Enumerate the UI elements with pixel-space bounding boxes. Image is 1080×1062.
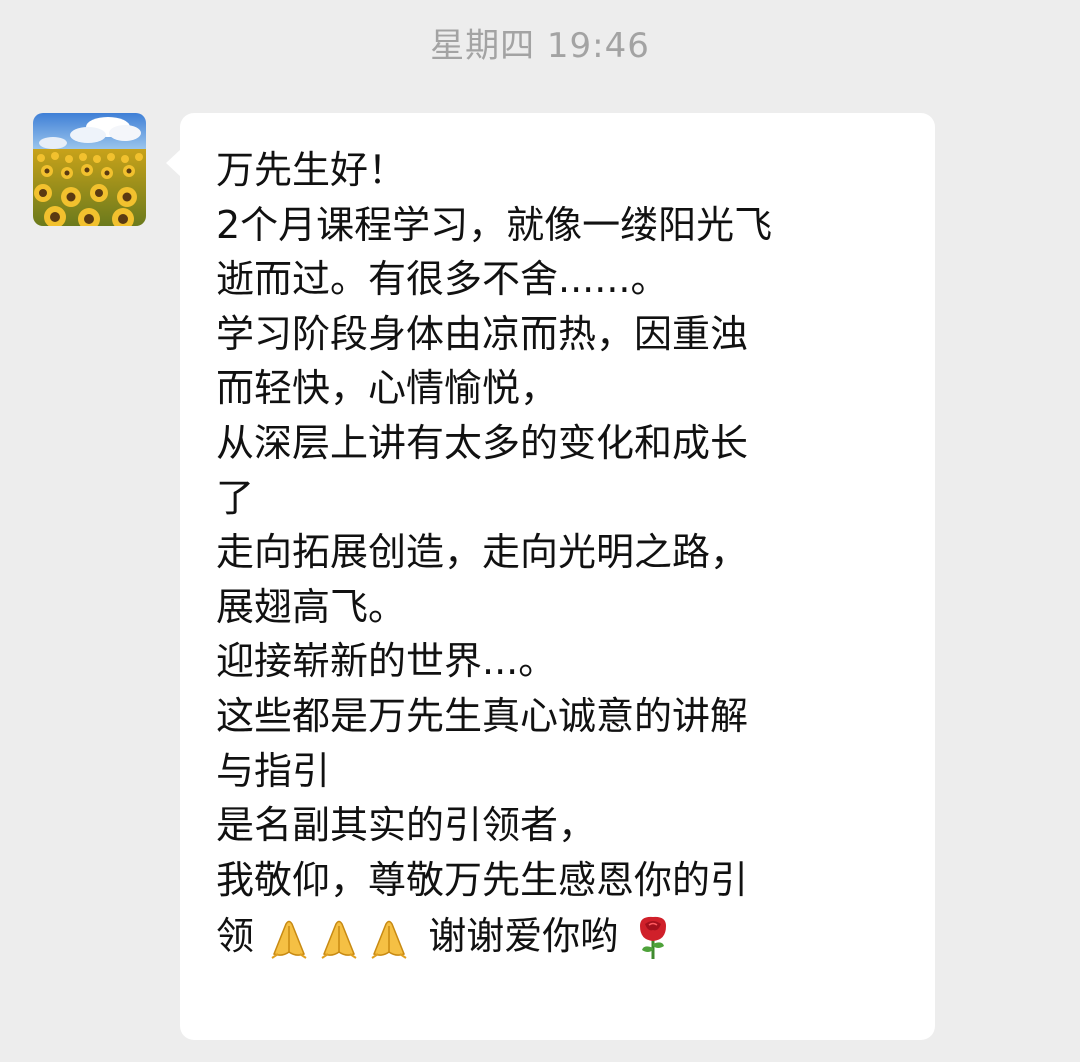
- message-line: 学习阶段身体由凉而热，因重浊: [216, 311, 749, 356]
- message-line: 了: [216, 475, 255, 520]
- last-line-end: 谢谢爱你哟: [428, 914, 619, 959]
- message-line: 走向拓展创造，走向光明之路，: [216, 530, 749, 575]
- sunflower-field-avatar-icon: [33, 113, 146, 226]
- praying-hands-icon: [271, 920, 307, 959]
- last-line-start: 领: [216, 914, 255, 959]
- message-line: 我敬仰，尊敬万先生感恩你的引: [216, 857, 749, 902]
- message-line: 是名副其实的引领者，: [216, 803, 597, 848]
- message-bubble[interactable]: 万先生好！ 2个月课程学习，就像一缕阳光飞 逝而过。有很多不舍......。 学…: [166, 113, 935, 1040]
- message-text[interactable]: 万先生好！ 2个月课程学习，就像一缕阳光飞 逝而过。有很多不舍......。 学…: [216, 143, 916, 962]
- message-line: 这些都是万先生真心诚意的讲解: [216, 693, 749, 738]
- message-line: 逝而过。有很多不舍......。: [216, 257, 669, 302]
- message-line: 万先生好！: [216, 148, 407, 192]
- praying-hands-icon: [321, 920, 357, 959]
- praying-hands-icon: [371, 920, 407, 959]
- rose-icon: [640, 916, 667, 959]
- message-line: 展翅高飞。: [216, 584, 407, 629]
- message-timestamp: 星期四 19:46: [430, 26, 650, 66]
- bubble-tail: [166, 149, 181, 177]
- sender-avatar[interactable]: [33, 113, 146, 226]
- message-line: 从深层上讲有太多的变化和成长: [216, 420, 749, 465]
- message-line: 迎接崭新的世界...。: [216, 639, 557, 684]
- message-line-last: 领 谢谢爱你哟: [216, 907, 916, 962]
- message-line: 与指引: [216, 748, 331, 793]
- message-line: 2个月课程学习，就像一缕阳光飞: [216, 202, 773, 247]
- message-line: 而轻快，心情愉悦，: [216, 366, 559, 411]
